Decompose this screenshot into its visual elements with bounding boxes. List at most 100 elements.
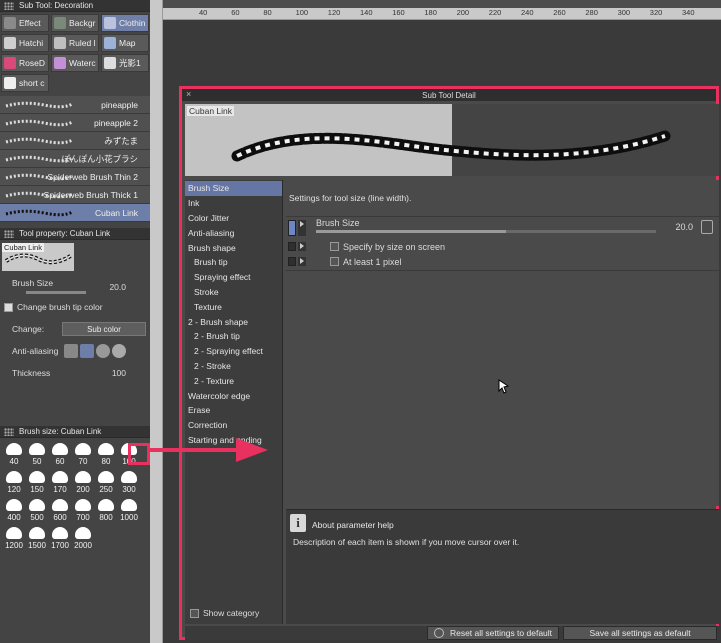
brush-size-preset[interactable]: 120 <box>3 468 25 494</box>
at-least-checkbox[interactable] <box>330 257 339 266</box>
subtool-item[interactable]: ぽんぽん小花ブラシ <box>0 150 150 168</box>
subtool-group-2[interactable]: Clothin <box>101 14 149 32</box>
category-item[interactable]: Stroke <box>185 285 282 300</box>
show-category-checkbox[interactable] <box>190 608 199 618</box>
reset-all-button[interactable]: Reset all settings to default <box>427 626 559 640</box>
brush-size-preset[interactable]: 1000 <box>118 496 140 522</box>
ruler-label: 160 <box>392 8 405 17</box>
brush-size-preset[interactable]: 70 <box>72 440 94 466</box>
antialias-none-icon[interactable] <box>64 344 79 358</box>
sub-tool-detail-dialog: × Sub Tool Detail Cuban Link Brush Size I… <box>179 86 719 640</box>
change-select[interactable]: Sub color <box>62 322 146 336</box>
expand-arrow-icon[interactable] <box>298 219 306 236</box>
subtool-group-6[interactable]: RoseD <box>1 54 49 72</box>
brush-size-slider[interactable] <box>26 290 86 294</box>
category-item[interactable]: Color Jitter <box>185 211 282 226</box>
category-item[interactable]: Spraying effect <box>185 270 282 285</box>
subtool-group-3[interactable]: Hatchi <box>1 34 49 52</box>
brush-size-preset[interactable]: 40 <box>3 440 25 466</box>
brush-size-setting-value[interactable]: 20.0 <box>675 222 693 232</box>
brush-size-preset[interactable]: 60 <box>49 440 71 466</box>
brush-tip-icon <box>75 443 91 455</box>
at-least-palette-toggle[interactable] <box>288 257 296 266</box>
category-item[interactable]: 2 - Stroke <box>185 359 282 374</box>
brush-size-preset[interactable]: 200 <box>72 468 94 494</box>
category-item[interactable]: Ink <box>185 196 282 211</box>
antialiasing-label: Anti-aliasing <box>12 346 59 356</box>
subtool-item[interactable]: pineapple <box>0 96 150 114</box>
brush-size-preset[interactable]: 250 <box>95 468 117 494</box>
specify-size-palette-toggle[interactable] <box>288 242 296 251</box>
brush-size-palette-toggle[interactable] <box>288 219 296 236</box>
category-item[interactable]: 2 - Spraying effect <box>185 344 282 359</box>
brush-size-preset[interactable]: 700 <box>72 496 94 522</box>
brush-size-preset-label: 250 <box>99 485 113 494</box>
grip-icon[interactable] <box>4 229 14 238</box>
antialias-weak-icon[interactable] <box>80 344 95 358</box>
canvas-tab-bar <box>150 0 721 8</box>
pressure-settings-icon[interactable] <box>701 220 713 234</box>
brush-size-preset[interactable]: 800 <box>95 496 117 522</box>
subtool-item[interactable]: Spiderweb Brush Thin 2 <box>0 168 150 186</box>
brush-size-preset[interactable]: 2000 <box>72 524 94 550</box>
subtool-item[interactable]: Cuban Link <box>0 204 150 222</box>
brush-tip-icon <box>121 499 137 511</box>
subtool-group-1[interactable]: Backgr <box>51 14 99 32</box>
category-item[interactable]: Correction <box>185 418 282 433</box>
expand-arrow-icon[interactable] <box>298 257 306 266</box>
category-item[interactable]: Brush tip <box>185 255 282 270</box>
thickness-value[interactable]: 100 <box>112 368 126 378</box>
save-all-button[interactable]: Save all settings as default <box>563 626 717 640</box>
subtool-group-8[interactable]: 光影1 <box>101 54 149 72</box>
category-item[interactable]: Anti-aliasing <box>185 225 282 240</box>
category-item[interactable]: 2 - Brush tip <box>185 329 282 344</box>
brush-size-preset[interactable]: 600 <box>49 496 71 522</box>
brush-tip-icon <box>98 471 114 483</box>
category-item[interactable]: 2 - Texture <box>185 373 282 388</box>
subtool-item[interactable]: pineapple 2 <box>0 114 150 132</box>
grip-icon[interactable] <box>4 427 14 436</box>
brush-stroke-preview <box>5 137 73 145</box>
subtool-group-7[interactable]: Waterc <box>51 54 99 72</box>
brush-size-preset-label: 500 <box>30 513 44 522</box>
subtool-item[interactable]: Spiderweb Brush Thick 1 <box>0 186 150 204</box>
brush-size-preset[interactable]: 300 <box>118 468 140 494</box>
brush-size-preset[interactable]: 1200 <box>3 524 25 550</box>
brush-size-preset[interactable]: 1500 <box>26 524 48 550</box>
subtool-group-5[interactable]: Map <box>101 34 149 52</box>
subtool-item[interactable]: みずたま <box>0 132 150 150</box>
close-icon[interactable]: × <box>186 89 191 99</box>
brush-size-preset[interactable]: 500 <box>26 496 48 522</box>
category-item[interactable]: Brush Size <box>185 181 282 196</box>
brush-stroke-preview <box>5 191 73 199</box>
settings-area: Settings for tool size (line width). Bru… <box>286 180 719 506</box>
brush-size-preset[interactable]: 80 <box>95 440 117 466</box>
change-tip-color-checkbox[interactable] <box>4 302 13 312</box>
brush-size-label: Brush Size <box>12 278 54 288</box>
brush-size-preset[interactable]: 150 <box>26 468 48 494</box>
brush-size-preset[interactable]: 1700 <box>49 524 71 550</box>
brush-size-value[interactable]: 20.0 <box>109 282 126 292</box>
subtool-group-9[interactable]: short c <box>1 74 49 92</box>
brush-size-preset[interactable]: 400 <box>3 496 25 522</box>
category-item[interactable]: Erase <box>185 403 282 418</box>
brush-size-preset-label: 800 <box>99 513 113 522</box>
left-panel: Sub Tool: Decoration Effect Backgr Clothin… <box>0 0 150 643</box>
subtool-group-4[interactable]: Ruled l <box>51 34 99 52</box>
expand-arrow-icon[interactable] <box>298 242 306 251</box>
category-item[interactable]: 2 - Brush shape <box>185 314 282 329</box>
brush-size-preset[interactable]: 170 <box>49 468 71 494</box>
specify-size-checkbox[interactable] <box>330 242 339 251</box>
change-tip-color-label: Change brush tip color <box>17 302 103 312</box>
antialias-medium-icon[interactable] <box>96 344 111 358</box>
subtool-group-label: Waterc <box>69 58 96 68</box>
category-item[interactable]: Watercolor edge <box>185 388 282 403</box>
change-select-value: Sub color <box>87 324 121 334</box>
category-item[interactable]: Brush shape <box>185 240 282 255</box>
grip-icon[interactable] <box>4 1 14 10</box>
category-item[interactable]: Texture <box>185 299 282 314</box>
subtool-group-0[interactable]: Effect <box>1 14 49 32</box>
antialias-strong-icon[interactable] <box>112 344 127 358</box>
change-label: Change: <box>12 324 45 334</box>
brush-size-preset[interactable]: 50 <box>26 440 48 466</box>
